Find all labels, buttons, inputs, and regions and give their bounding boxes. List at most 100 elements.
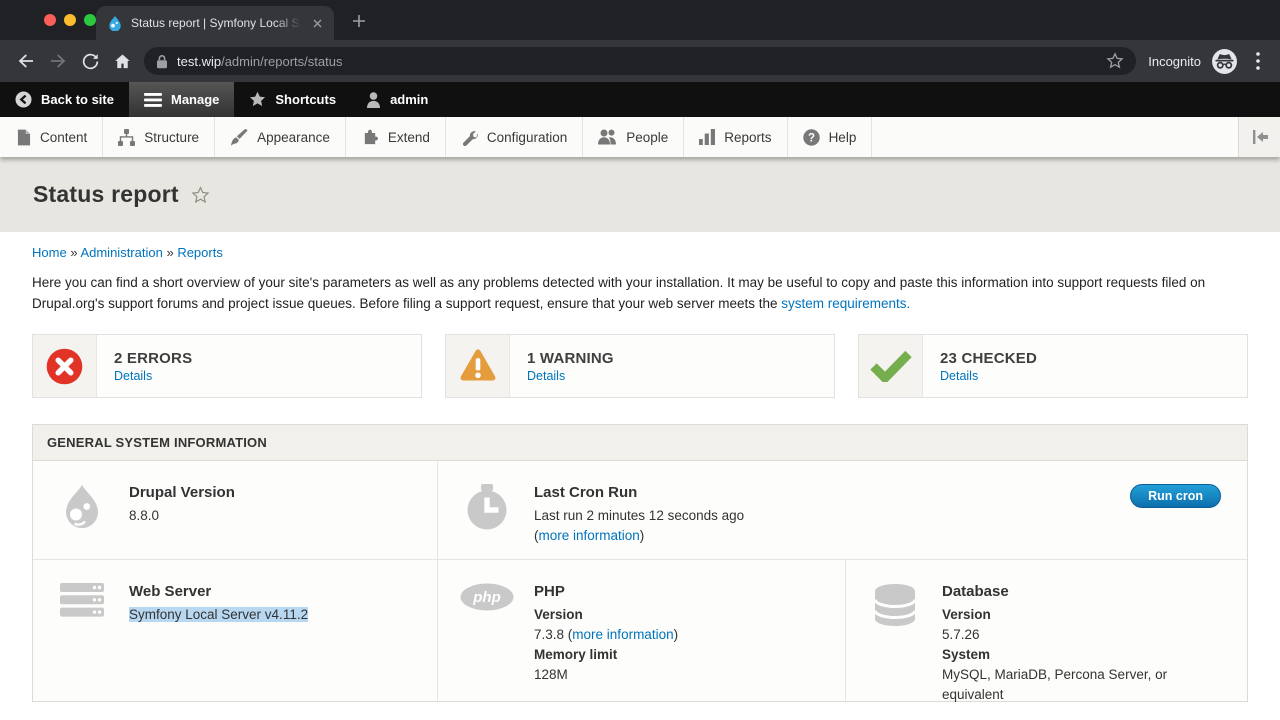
close-tab-icon[interactable]: [309, 15, 325, 31]
reload-button[interactable]: [74, 45, 106, 77]
drupal-admin-bar: Back to site Manage Shortcuts admin: [0, 82, 1280, 117]
shortcuts-label: Shortcuts: [275, 92, 336, 107]
tray-collapse-button[interactable]: [1238, 117, 1280, 157]
cell-text: PHP Version 7.3.8 (more information) Mem…: [534, 583, 678, 683]
structure-icon: [118, 129, 135, 146]
cell-text: Web Server Symfony Local Server v4.11.2: [129, 583, 308, 683]
breadcrumb-home-link[interactable]: Home: [32, 245, 67, 260]
status-card-warnings: 1 WARNING Details: [445, 334, 835, 398]
info-cell-php: php PHP Version 7.3.8 (more information)…: [438, 560, 846, 701]
page-title: Status report: [33, 181, 179, 208]
info-cell-drupal-version: Drupal Version 8.8.0: [33, 461, 438, 559]
forward-button[interactable]: [42, 45, 74, 77]
menu-label: Configuration: [487, 130, 567, 145]
database-version-value: 5.7.26: [942, 625, 1227, 645]
back-button[interactable]: [10, 45, 42, 77]
database-system-value: MySQL, MariaDB, Percona Server, or equiv…: [942, 665, 1227, 705]
drupal-version-title: Drupal Version: [129, 484, 235, 502]
back-circle-icon: [15, 91, 32, 108]
star-icon: [249, 91, 266, 108]
back-to-site-button[interactable]: Back to site: [0, 82, 129, 117]
fullscreen-window-button[interactable]: [84, 14, 96, 26]
php-logo-icon: php: [460, 583, 514, 683]
drupal-version-value: 8.8.0: [129, 506, 235, 526]
wrench-icon: [461, 129, 478, 146]
menu-label: People: [626, 130, 668, 145]
breadcrumb-separator: »: [70, 245, 77, 260]
breadcrumb-separator: »: [166, 245, 173, 260]
selected-text: Symfony Local Server v4.11.2: [129, 607, 308, 622]
system-requirements-link[interactable]: system requirements.: [781, 296, 910, 311]
menu-item-content[interactable]: Content: [0, 117, 103, 157]
menu-item-people[interactable]: People: [583, 117, 684, 157]
drupal-favicon-icon: [107, 15, 123, 31]
bar-chart-icon: [699, 129, 715, 145]
database-system-label: System: [942, 645, 1227, 665]
intro-paragraph: Here you can find a short overview of yo…: [32, 272, 1248, 314]
close-window-button[interactable]: [44, 14, 56, 26]
url-host: test.wip: [177, 54, 221, 69]
info-cell-last-cron-run: Last Cron Run Last run 2 minutes 12 seco…: [438, 461, 1247, 559]
status-card-checked: 23 CHECKED Details: [858, 334, 1248, 398]
cell-text: Database Version 5.7.26 System MySQL, Ma…: [942, 583, 1227, 683]
browser-menu-button[interactable]: [1246, 45, 1270, 77]
svg-text:?: ?: [808, 132, 815, 144]
address-bar[interactable]: test.wip/admin/reports/status: [144, 47, 1136, 75]
info-cell-database: Database Version 5.7.26 System MySQL, Ma…: [846, 560, 1247, 701]
incognito-label: Incognito: [1148, 54, 1201, 69]
paintbrush-icon: [230, 129, 248, 146]
shortcuts-button[interactable]: Shortcuts: [234, 82, 351, 117]
menu-label: Reports: [724, 130, 771, 145]
info-cell-web-server: Web Server Symfony Local Server v4.11.2: [33, 560, 438, 701]
web-server-title: Web Server: [129, 583, 308, 601]
back-to-site-label: Back to site: [41, 92, 114, 107]
minimize-window-button[interactable]: [64, 14, 76, 26]
manage-button[interactable]: Manage: [129, 82, 234, 117]
browser-tab[interactable]: Status report | Symfony Local Se: [96, 6, 334, 40]
breadcrumb: Home » Administration » Reports: [32, 245, 1248, 260]
bookmark-star-button[interactable]: [1106, 52, 1124, 70]
warnings-details-link[interactable]: Details: [527, 369, 614, 383]
menu-item-extend[interactable]: Extend: [346, 117, 446, 157]
cron-more-information-link[interactable]: more information: [539, 528, 640, 543]
menu-item-help[interactable]: ? Help: [788, 117, 873, 157]
checked-details-link[interactable]: Details: [940, 369, 1037, 383]
error-icon: [33, 335, 97, 397]
tab-title: Status report | Symfony Local Se: [131, 16, 301, 31]
url-path: /admin/reports/status: [221, 54, 342, 69]
breadcrumb-reports-link[interactable]: Reports: [177, 245, 223, 260]
home-button[interactable]: [106, 45, 138, 77]
browser-toolbar: test.wip/admin/reports/status Incognito: [0, 40, 1280, 82]
menu-item-appearance[interactable]: Appearance: [215, 117, 346, 157]
php-more-information-link[interactable]: more information: [572, 627, 673, 642]
cron-more-info: (more information): [534, 526, 744, 546]
username-label: admin: [390, 92, 428, 107]
menu-item-structure[interactable]: Structure: [103, 117, 215, 157]
clock-icon: [460, 484, 514, 541]
card-body: 2 ERRORS Details: [97, 335, 209, 397]
page-header: Status report: [0, 157, 1280, 232]
info-row-2: Web Server Symfony Local Server v4.11.2 …: [33, 560, 1247, 701]
favorite-star-icon[interactable]: [191, 186, 210, 204]
breadcrumb-administration-link[interactable]: Administration: [80, 245, 162, 260]
database-icon: [868, 583, 922, 683]
help-icon: ?: [803, 129, 820, 146]
run-cron-button[interactable]: Run cron: [1130, 484, 1221, 508]
user-menu-button[interactable]: admin: [351, 82, 443, 117]
menu-item-reports[interactable]: Reports: [684, 117, 787, 157]
manage-label: Manage: [171, 92, 219, 107]
menu-label: Appearance: [257, 130, 330, 145]
paren: ): [674, 627, 679, 642]
intro-text: Here you can find a short overview of yo…: [32, 275, 1205, 311]
menu-item-configuration[interactable]: Configuration: [446, 117, 583, 157]
server-icon: [55, 583, 109, 683]
tab-bar: Status report | Symfony Local Se: [0, 0, 1280, 40]
new-tab-button[interactable]: [348, 10, 370, 32]
svg-text:php: php: [472, 589, 501, 606]
browser-window: Status report | Symfony Local Se test.wi…: [0, 0, 1280, 720]
errors-details-link[interactable]: Details: [114, 369, 192, 383]
menu-label: Structure: [144, 130, 199, 145]
url-text: test.wip/admin/reports/status: [177, 54, 342, 69]
menu-label: Content: [40, 130, 87, 145]
status-summary: 2 ERRORS Details 1 WARNING Details 23: [32, 334, 1248, 398]
